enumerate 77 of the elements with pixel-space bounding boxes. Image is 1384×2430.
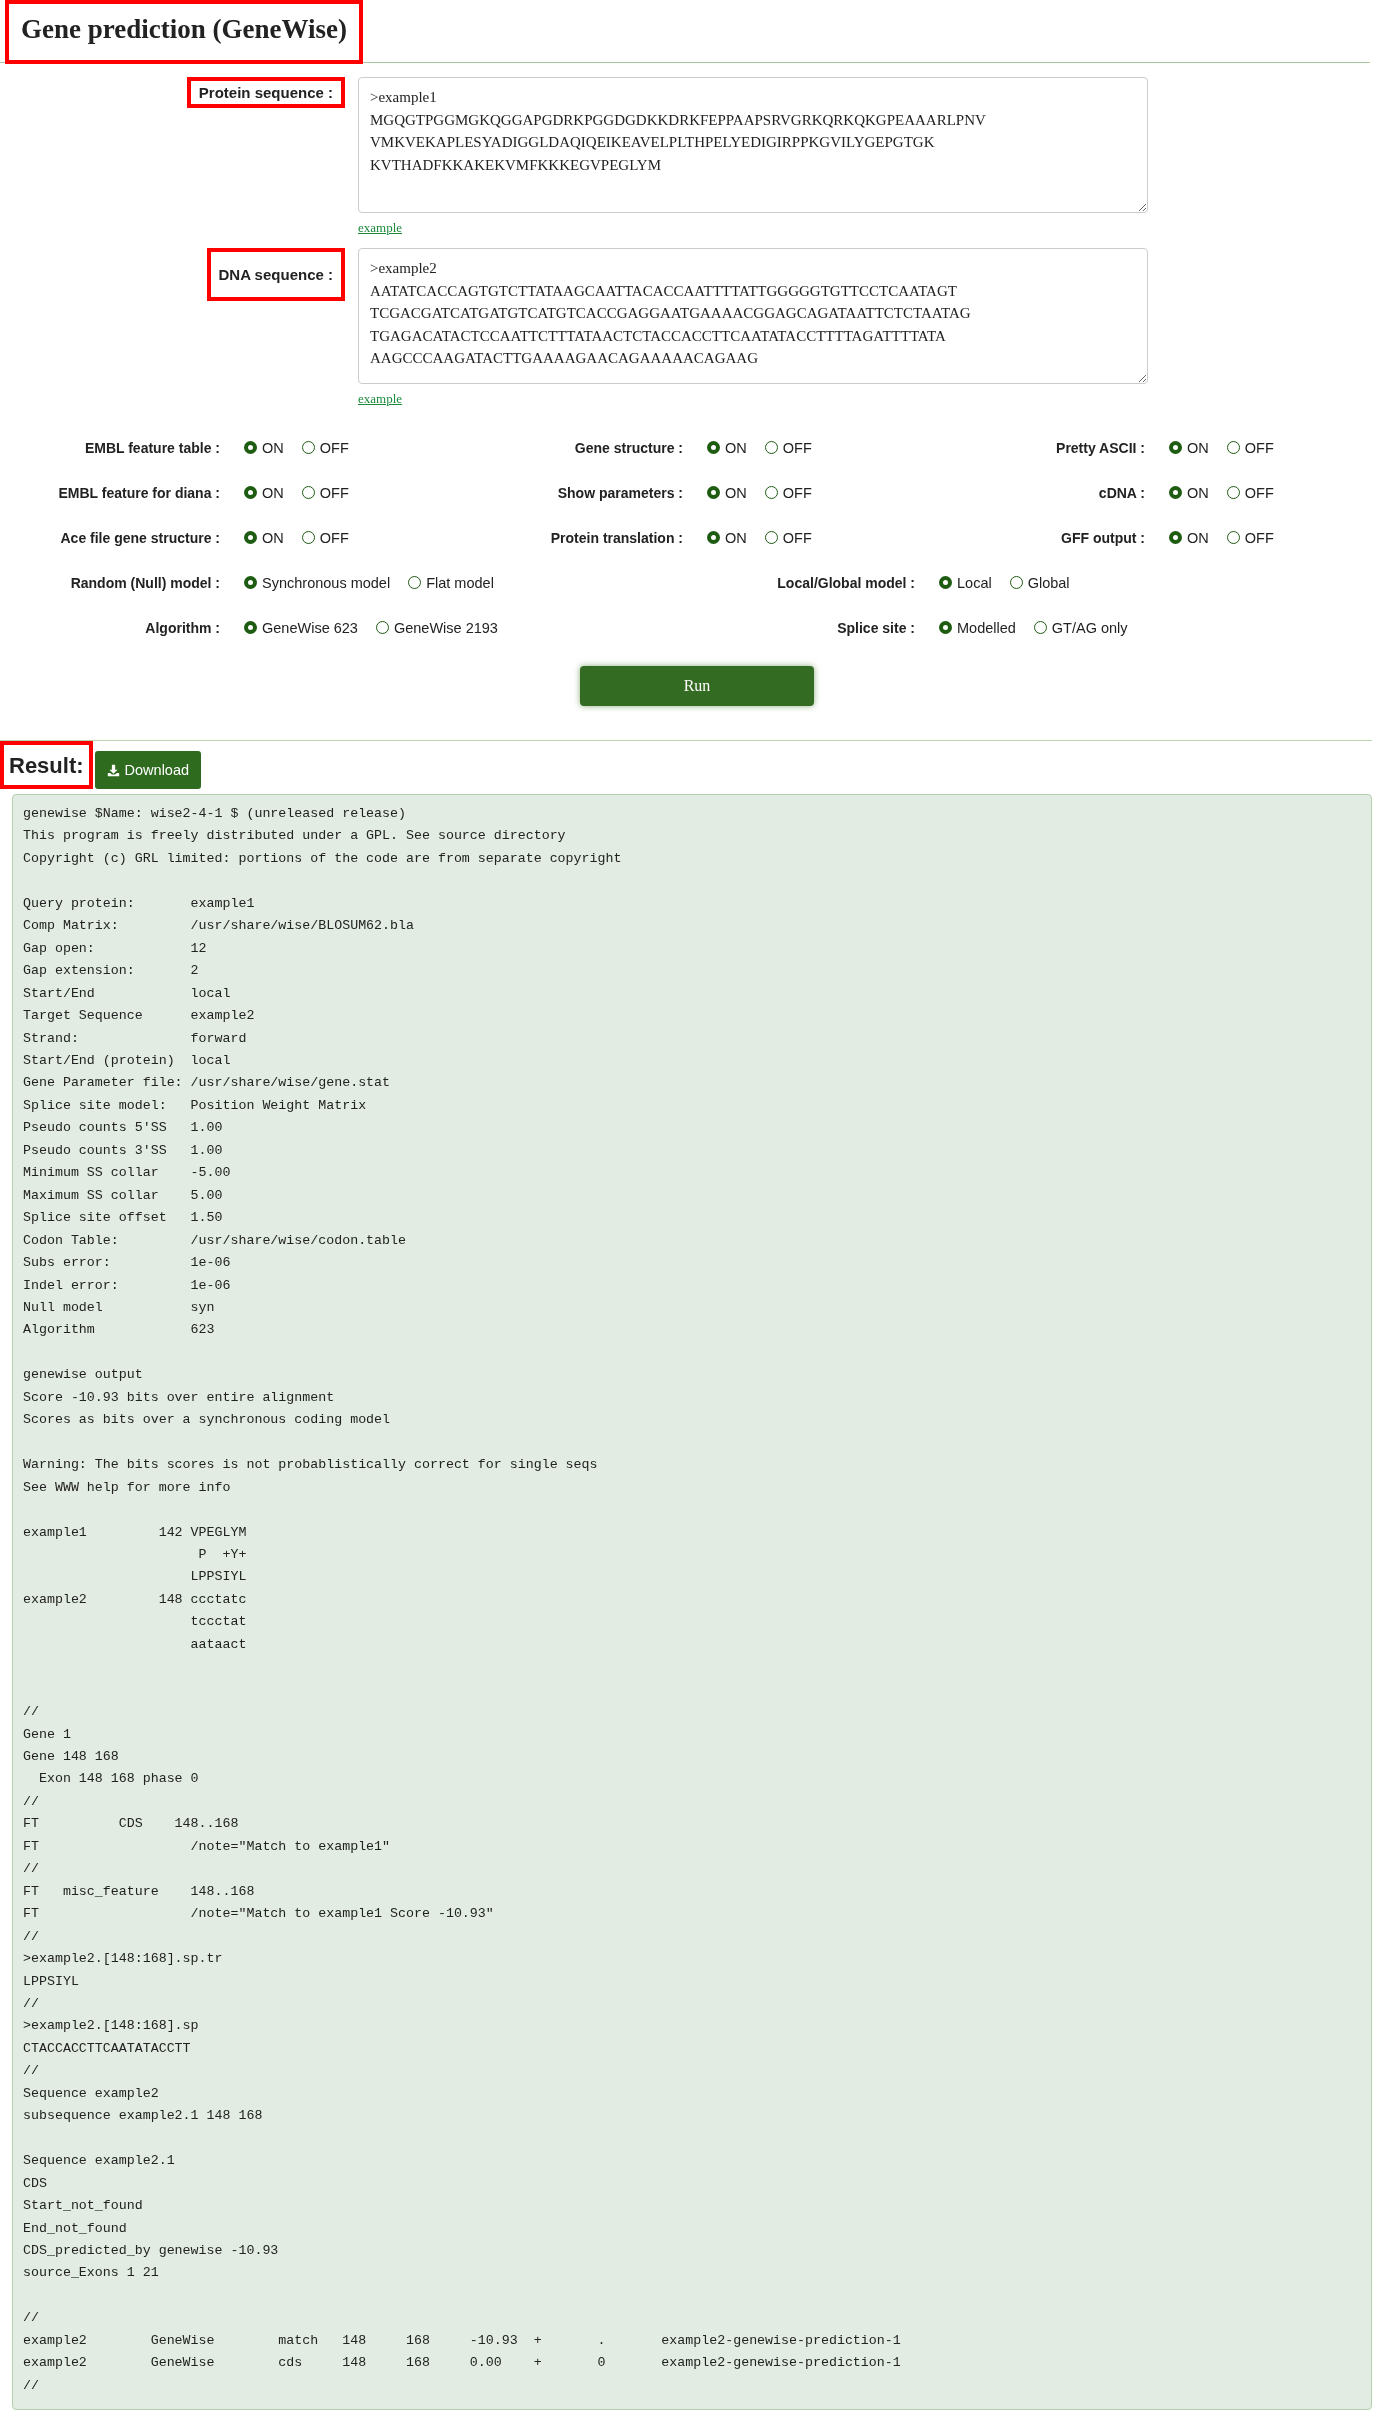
option-label: cDNA : [1098, 484, 1145, 501]
download-button[interactable]: Download [94, 751, 202, 789]
radio-button[interactable] [764, 441, 778, 454]
radio-option[interactable]: OFF [1226, 439, 1274, 456]
radio-option[interactable]: Modelled [939, 619, 1016, 636]
example-link[interactable]: example [358, 220, 403, 236]
radio-option[interactable]: ON [244, 439, 284, 456]
option-label: Ace file gene structure : [60, 529, 220, 546]
radio-option[interactable]: Synchronous model [244, 574, 391, 591]
radio-button[interactable] [1226, 486, 1240, 499]
radio-button[interactable] [1169, 531, 1182, 544]
radio-option[interactable]: Local [939, 574, 992, 591]
radio-button[interactable] [939, 576, 952, 589]
option-label: Random (Null) model : [70, 574, 220, 591]
radio-option[interactable]: Flat model [408, 574, 494, 591]
radio-button[interactable] [301, 486, 315, 499]
radio-option[interactable]: OFF [764, 529, 812, 546]
radio-button[interactable] [244, 441, 257, 454]
radio-button[interactable] [301, 441, 315, 454]
radio-button[interactable] [764, 486, 778, 499]
radio-option[interactable]: OFF [301, 529, 349, 546]
option-label: Local/Global model : [777, 574, 915, 591]
option-label: EMBL feature for diana : [58, 484, 220, 501]
option-label: Algorithm : [145, 619, 220, 636]
radio-option[interactable]: ON [244, 529, 284, 546]
radio-option[interactable]: OFF [301, 484, 349, 501]
radio-option[interactable]: OFF [764, 439, 812, 456]
sequence-field[interactable]: >example2 AATATCACCAGTGTCTTATAAGCAATTACACCAATTTTATTGGGGGTGTTCCTCAATAGT TCGACGATCATGATGTCATGTCACCGAGGAATGAAAACGGAGCAGATAATTCTCTAATAG TGAGACATACTCCAATTCTTTATAACTCTACCACCTTCAATATACCTTTTAGATTTTATA AAGCCCAAGATACTTGAAAAGAACAGAAAAACAGAAG [358, 248, 1148, 384]
radio-button[interactable] [408, 576, 422, 589]
radio-option[interactable]: ON [707, 529, 747, 546]
radio-button[interactable] [707, 486, 720, 499]
option-label: Protein translation : [550, 529, 683, 546]
radio-option[interactable]: Global [1009, 574, 1070, 591]
option-label: Gene structure : [574, 439, 683, 456]
radio-button[interactable] [1009, 576, 1023, 589]
radio-button[interactable] [939, 621, 952, 634]
option-label: Pretty ASCII : [1056, 439, 1145, 456]
radio-option[interactable]: GT/AG only [1033, 619, 1128, 636]
radio-option[interactable]: OFF [301, 439, 349, 456]
radio-option[interactable]: OFF [1226, 484, 1274, 501]
radio-button[interactable] [1033, 621, 1047, 634]
radio-button[interactable] [707, 531, 720, 544]
result-heading: Result: [0, 741, 93, 789]
sequence-field[interactable]: >example1 MGQGTPGGMGKQGGAPGDRKPGGDGDKKDRKFEPPAAPSRVGRKQRKQKGPEAAARLPNV VMKVEKAPLESYADIGGLDAQIQEIKEAVELPLTHPELYEDIGIRPPKGVILYGEPGTGK KVTHADFKKAKEKVMFKKKEGVPEGLYM [358, 77, 1148, 213]
radio-button[interactable] [244, 531, 257, 544]
option-label: Splice site : [837, 619, 915, 636]
radio-option[interactable]: ON [707, 484, 747, 501]
radio-button[interactable] [375, 621, 389, 634]
radio-option[interactable]: GeneWise 2193 [375, 619, 498, 636]
radio-button[interactable] [301, 531, 315, 544]
radio-option[interactable]: OFF [764, 484, 812, 501]
option-label: EMBL feature table : [84, 439, 220, 456]
radio-option[interactable]: ON [1169, 529, 1209, 546]
option-label: GFF output : [1061, 529, 1145, 546]
page-title: Gene prediction (GeneWise) [5, 0, 363, 64]
radio-button[interactable] [1226, 441, 1240, 454]
radio-option[interactable]: ON [244, 484, 284, 501]
radio-button[interactable] [244, 621, 257, 634]
example-link[interactable]: example [358, 391, 403, 407]
radio-button[interactable] [244, 576, 257, 589]
run-button[interactable]: Run [580, 666, 814, 706]
field-label: DNA sequence : [206, 248, 345, 301]
option-label: Show parameters : [557, 484, 683, 501]
radio-button[interactable] [1169, 441, 1182, 454]
radio-button[interactable] [764, 531, 778, 544]
radio-option[interactable]: GeneWise 623 [244, 619, 358, 636]
radio-option[interactable]: ON [707, 439, 747, 456]
radio-button[interactable] [1226, 531, 1240, 544]
field-label: Protein sequence : [186, 77, 345, 108]
radio-button[interactable] [244, 486, 257, 499]
result-output: genewise $Name: wise2-4-1 $ (unreleased release) This program is freely distributed under a GPL. See source directory Copyright (c) GRL limited: portions of the code are from separate copyright Query protein: example1 Comp Matrix: /usr/share/wise/BLOSUM62.bla Gap open: 12 Gap extension: 2 Start/End local Target Sequence example2 Strand: forward Start/End (protein) local Gene Parameter file: /usr/share/wise/gene.stat Splice site model: Position Weight Matrix Pseudo counts 5'SS 1.00 Pseudo counts 3'SS 1.00 Minimum SS collar -5.00 Maximum SS collar 5.00 Splice site offset 1.50 Codon Table: /usr/share/wise/codon.table Subs error: 1e-06 Indel error: 1e-06 Null model syn Algorithm 623 genewise output Score -10.93 bits over entire alignment Scores as bits over a synchronous coding model Warning: The bits scores is not probablistically correct for single seqs See WWW help for more info example1 142 VPEGLYM P +Y+ LPPSIYL example2 148 ccctatc tccctat aataact // Gene 1 Gene 148 168 Exon 148 168 phase 0 // FT CDS 148..168 FT /note="Match to example1" // FT misc_feature 148..168 FT /note="Match to example1 Score -10.93" // >example2.[148:168].sp.tr LPPSIYL // >example2.[148:168].sp CTACCACCTTCAATATACCTT // Sequence example2 subsequence example2.1 148 168 Sequence example2.1 CDS Start_not_found End_not_found CDS_predicted_by genewise -10.93 source_Exons 1 21 // example2 GeneWise match 148 168 -10.93 + . example2-genewise-prediction-1 example2 GeneWise cds 148 168 0.00 + 0 example2-genewise-prediction-1 // [12, 794, 1372, 2411]
radio-option[interactable]: ON [1169, 439, 1209, 456]
radio-button[interactable] [707, 441, 720, 454]
radio-option[interactable]: ON [1169, 484, 1209, 501]
radio-button[interactable] [1169, 486, 1182, 499]
radio-option[interactable]: OFF [1226, 529, 1274, 546]
download-icon [106, 763, 120, 777]
